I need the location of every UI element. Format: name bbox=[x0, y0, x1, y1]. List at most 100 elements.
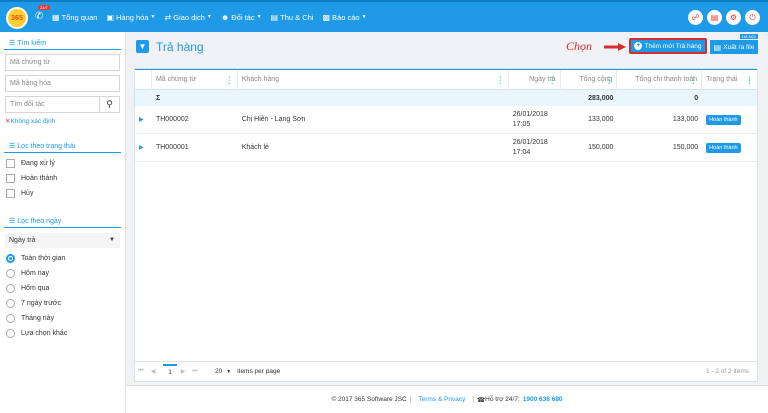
arrow-right-icon bbox=[604, 43, 626, 51]
radio[interactable] bbox=[6, 284, 15, 293]
date-option-yesterday[interactable]: Hôm qua bbox=[6, 284, 119, 293]
branch-tag: HÀ NỘI bbox=[740, 34, 758, 39]
power-icon[interactable]: ⏻ bbox=[745, 10, 760, 25]
search-section-title: ☰ Tìm kiếm bbox=[4, 38, 121, 50]
customer-name: Chị Hiền - Lạng Sơn bbox=[241, 116, 306, 123]
chevron-down-icon: ▼ bbox=[361, 14, 367, 20]
expand-arrow-icon[interactable]: ▶ bbox=[135, 116, 152, 123]
date-field-select[interactable]: Ngày trả ▼ bbox=[5, 233, 120, 248]
product-code-input[interactable]: Mã hàng hóa bbox=[5, 75, 120, 92]
sum-paid: 0 bbox=[694, 94, 699, 102]
sum-row: Σ 283,000 0 bbox=[135, 90, 757, 106]
boxes-icon: ▣ bbox=[106, 12, 114, 22]
terms-link[interactable]: Terms & Privacy bbox=[418, 396, 465, 403]
dashboard-icon: ▦ bbox=[52, 12, 60, 22]
prev-page-icon[interactable]: ◀ bbox=[147, 368, 159, 375]
current-page[interactable]: 1 bbox=[163, 363, 177, 380]
date-option-today[interactable]: Hôm nay bbox=[6, 269, 119, 278]
checkbox[interactable] bbox=[6, 159, 15, 168]
column-menu-icon[interactable]: ⋮ bbox=[689, 70, 698, 90]
status-badge: Hoàn thành bbox=[706, 142, 741, 153]
money-icon: ▤ bbox=[270, 12, 279, 22]
column-return-date[interactable]: Ngày trả ⋮ bbox=[509, 69, 561, 90]
gear-icon[interactable]: ⚙ bbox=[726, 10, 741, 25]
radio-selected[interactable] bbox=[6, 254, 15, 263]
exchange-icon: ⇄ bbox=[164, 12, 172, 22]
cart-icon[interactable]: ☍ bbox=[688, 10, 703, 25]
date-option-month[interactable]: Tháng này bbox=[6, 314, 119, 323]
doc-code-input[interactable]: Mã chứng từ bbox=[5, 54, 120, 71]
main-content: ▼ Trả hàng Chọn + Thêm mới Trả hàng ▤ Xuất… bbox=[126, 32, 768, 385]
row-total: 150,000 bbox=[588, 144, 614, 151]
table-row[interactable]: ▶ TH000002 Chị Hiền - Lạng Sơn 26/01/201… bbox=[135, 106, 757, 134]
phone-icon: ☎ bbox=[477, 396, 486, 404]
nav-item-products[interactable]: ▣ Hàng hóa ▼ bbox=[106, 13, 155, 22]
nav-item-transactions[interactable]: ⇄ Giao dịch ▼ bbox=[164, 13, 211, 22]
expand-arrow-icon[interactable]: ▶ bbox=[135, 144, 152, 151]
column-menu-icon[interactable]: ⋮ bbox=[496, 70, 505, 90]
date-option-custom[interactable]: Lựa chọn khác bbox=[6, 329, 119, 338]
app-logo[interactable]: 365 bbox=[6, 7, 28, 29]
list-icon: ☰ bbox=[9, 142, 16, 150]
search-icon[interactable]: ⚲ bbox=[99, 97, 119, 112]
column-customer[interactable]: Khách hàng ⋮ bbox=[238, 69, 509, 90]
chart-icon: ▩ bbox=[322, 12, 331, 22]
caret-down-icon: ▼ bbox=[226, 369, 232, 375]
doc-code[interactable]: TH000001 bbox=[152, 144, 238, 151]
column-doc-code[interactable]: Mã chứng từ ⋮ bbox=[152, 69, 238, 90]
status-cancelled[interactable]: Hủy bbox=[6, 189, 119, 198]
checkbox[interactable] bbox=[6, 189, 15, 198]
undefined-partner-toggle[interactable]: ✕Không xác định bbox=[5, 117, 120, 125]
filter-icon: ▼ bbox=[136, 40, 149, 53]
column-total[interactable]: Tổng cộng ⋮ bbox=[561, 69, 618, 90]
status-completed[interactable]: Hoàn thành bbox=[6, 174, 119, 183]
top-navbar: 365 ✆ 24/7 ▦ Tổng quan ▣ Hàng hóa ▼ ⇄ Giao d… bbox=[0, 0, 768, 32]
table-header: Mã chứng từ ⋮ Khách hàng ⋮ Ngày trả ⋮ Tổng … bbox=[135, 69, 757, 90]
hotline-number[interactable]: 1900 636 680 bbox=[523, 396, 563, 403]
radio[interactable] bbox=[6, 329, 15, 338]
annotation-label: Chọn bbox=[566, 39, 593, 53]
column-menu-icon[interactable]: ⋮ bbox=[604, 70, 613, 90]
caret-down-icon: ▼ bbox=[109, 237, 115, 243]
date-option-all[interactable]: Toàn thời gian bbox=[6, 254, 119, 263]
radio[interactable] bbox=[6, 269, 15, 278]
page-size-select[interactable]: 20 ▼ bbox=[215, 368, 231, 375]
column-menu-icon[interactable]: ⋮ bbox=[548, 70, 557, 90]
nav-item-partners[interactable]: ☻ Đối tác ▼ bbox=[221, 13, 262, 22]
nav-item-cashflow[interactable]: ▤ Thu & Chi bbox=[271, 13, 314, 22]
clipboard-icon[interactable]: ▤ bbox=[707, 10, 722, 25]
sum-total: 283,000 bbox=[588, 94, 614, 102]
radio[interactable] bbox=[6, 299, 15, 308]
file-icon: ▤ bbox=[713, 42, 722, 52]
column-menu-icon[interactable]: ⋮ bbox=[225, 70, 234, 90]
first-page-icon[interactable]: ⏮ bbox=[135, 368, 147, 375]
pagination: ⏮ ◀ 1 ▶ ⏭ 20 ▼ items per page 1 - 2 of 2 … bbox=[135, 361, 757, 381]
customer-name: Khách lẻ bbox=[241, 144, 269, 151]
returns-table: Mã chứng từ ⋮ Khách hàng ⋮ Ngày trả ⋮ Tổng … bbox=[134, 68, 758, 382]
copyright: © 2017 365 Software JSC bbox=[331, 396, 407, 403]
status-section-title: ☰ Lọc theo trạng thái bbox=[4, 141, 121, 153]
row-total: 133,000 bbox=[588, 116, 614, 123]
nav-item-reports[interactable]: ▩ Báo cáo ▼ bbox=[322, 13, 366, 22]
export-button[interactable]: ▤ Xuất ra file bbox=[710, 40, 758, 54]
table-row[interactable]: ▶ TH000001 Khách lẻ 26/01/2018 17:04 150,… bbox=[135, 134, 757, 162]
column-status[interactable]: Trạng thái ⋮ bbox=[702, 70, 757, 90]
return-date: 26/01/2018 17:04 bbox=[512, 138, 548, 156]
top-right-icons: ☍ ▤ ⚙ ⏻ bbox=[684, 10, 760, 25]
phone-icon[interactable]: ✆ bbox=[35, 11, 47, 23]
partner-search-input[interactable]: Tìm đối tác ⚲ bbox=[5, 96, 120, 113]
status-processing[interactable]: Đang xử lý bbox=[6, 159, 119, 168]
doc-code[interactable]: TH000002 bbox=[152, 116, 238, 123]
date-section-title: ☰ Lọc theo ngày bbox=[4, 216, 121, 228]
column-paid[interactable]: Tổng chi thanh toán ⋮ bbox=[617, 69, 703, 90]
next-page-icon[interactable]: ▶ bbox=[177, 368, 189, 375]
footer: © 2017 365 Software JSC | Terms & Privac… bbox=[126, 385, 768, 413]
date-option-7days[interactable]: 7 ngày trước bbox=[6, 299, 119, 308]
column-menu-icon[interactable]: ⋮ bbox=[745, 70, 754, 90]
last-page-icon[interactable]: ⏭ bbox=[189, 368, 201, 375]
nav-item-overview[interactable]: ▦ Tổng quan bbox=[52, 13, 97, 22]
checkbox[interactable] bbox=[6, 174, 15, 183]
radio[interactable] bbox=[6, 314, 15, 323]
plus-icon: + bbox=[634, 42, 643, 50]
add-return-button[interactable]: + Thêm mới Trả hàng bbox=[629, 38, 707, 54]
